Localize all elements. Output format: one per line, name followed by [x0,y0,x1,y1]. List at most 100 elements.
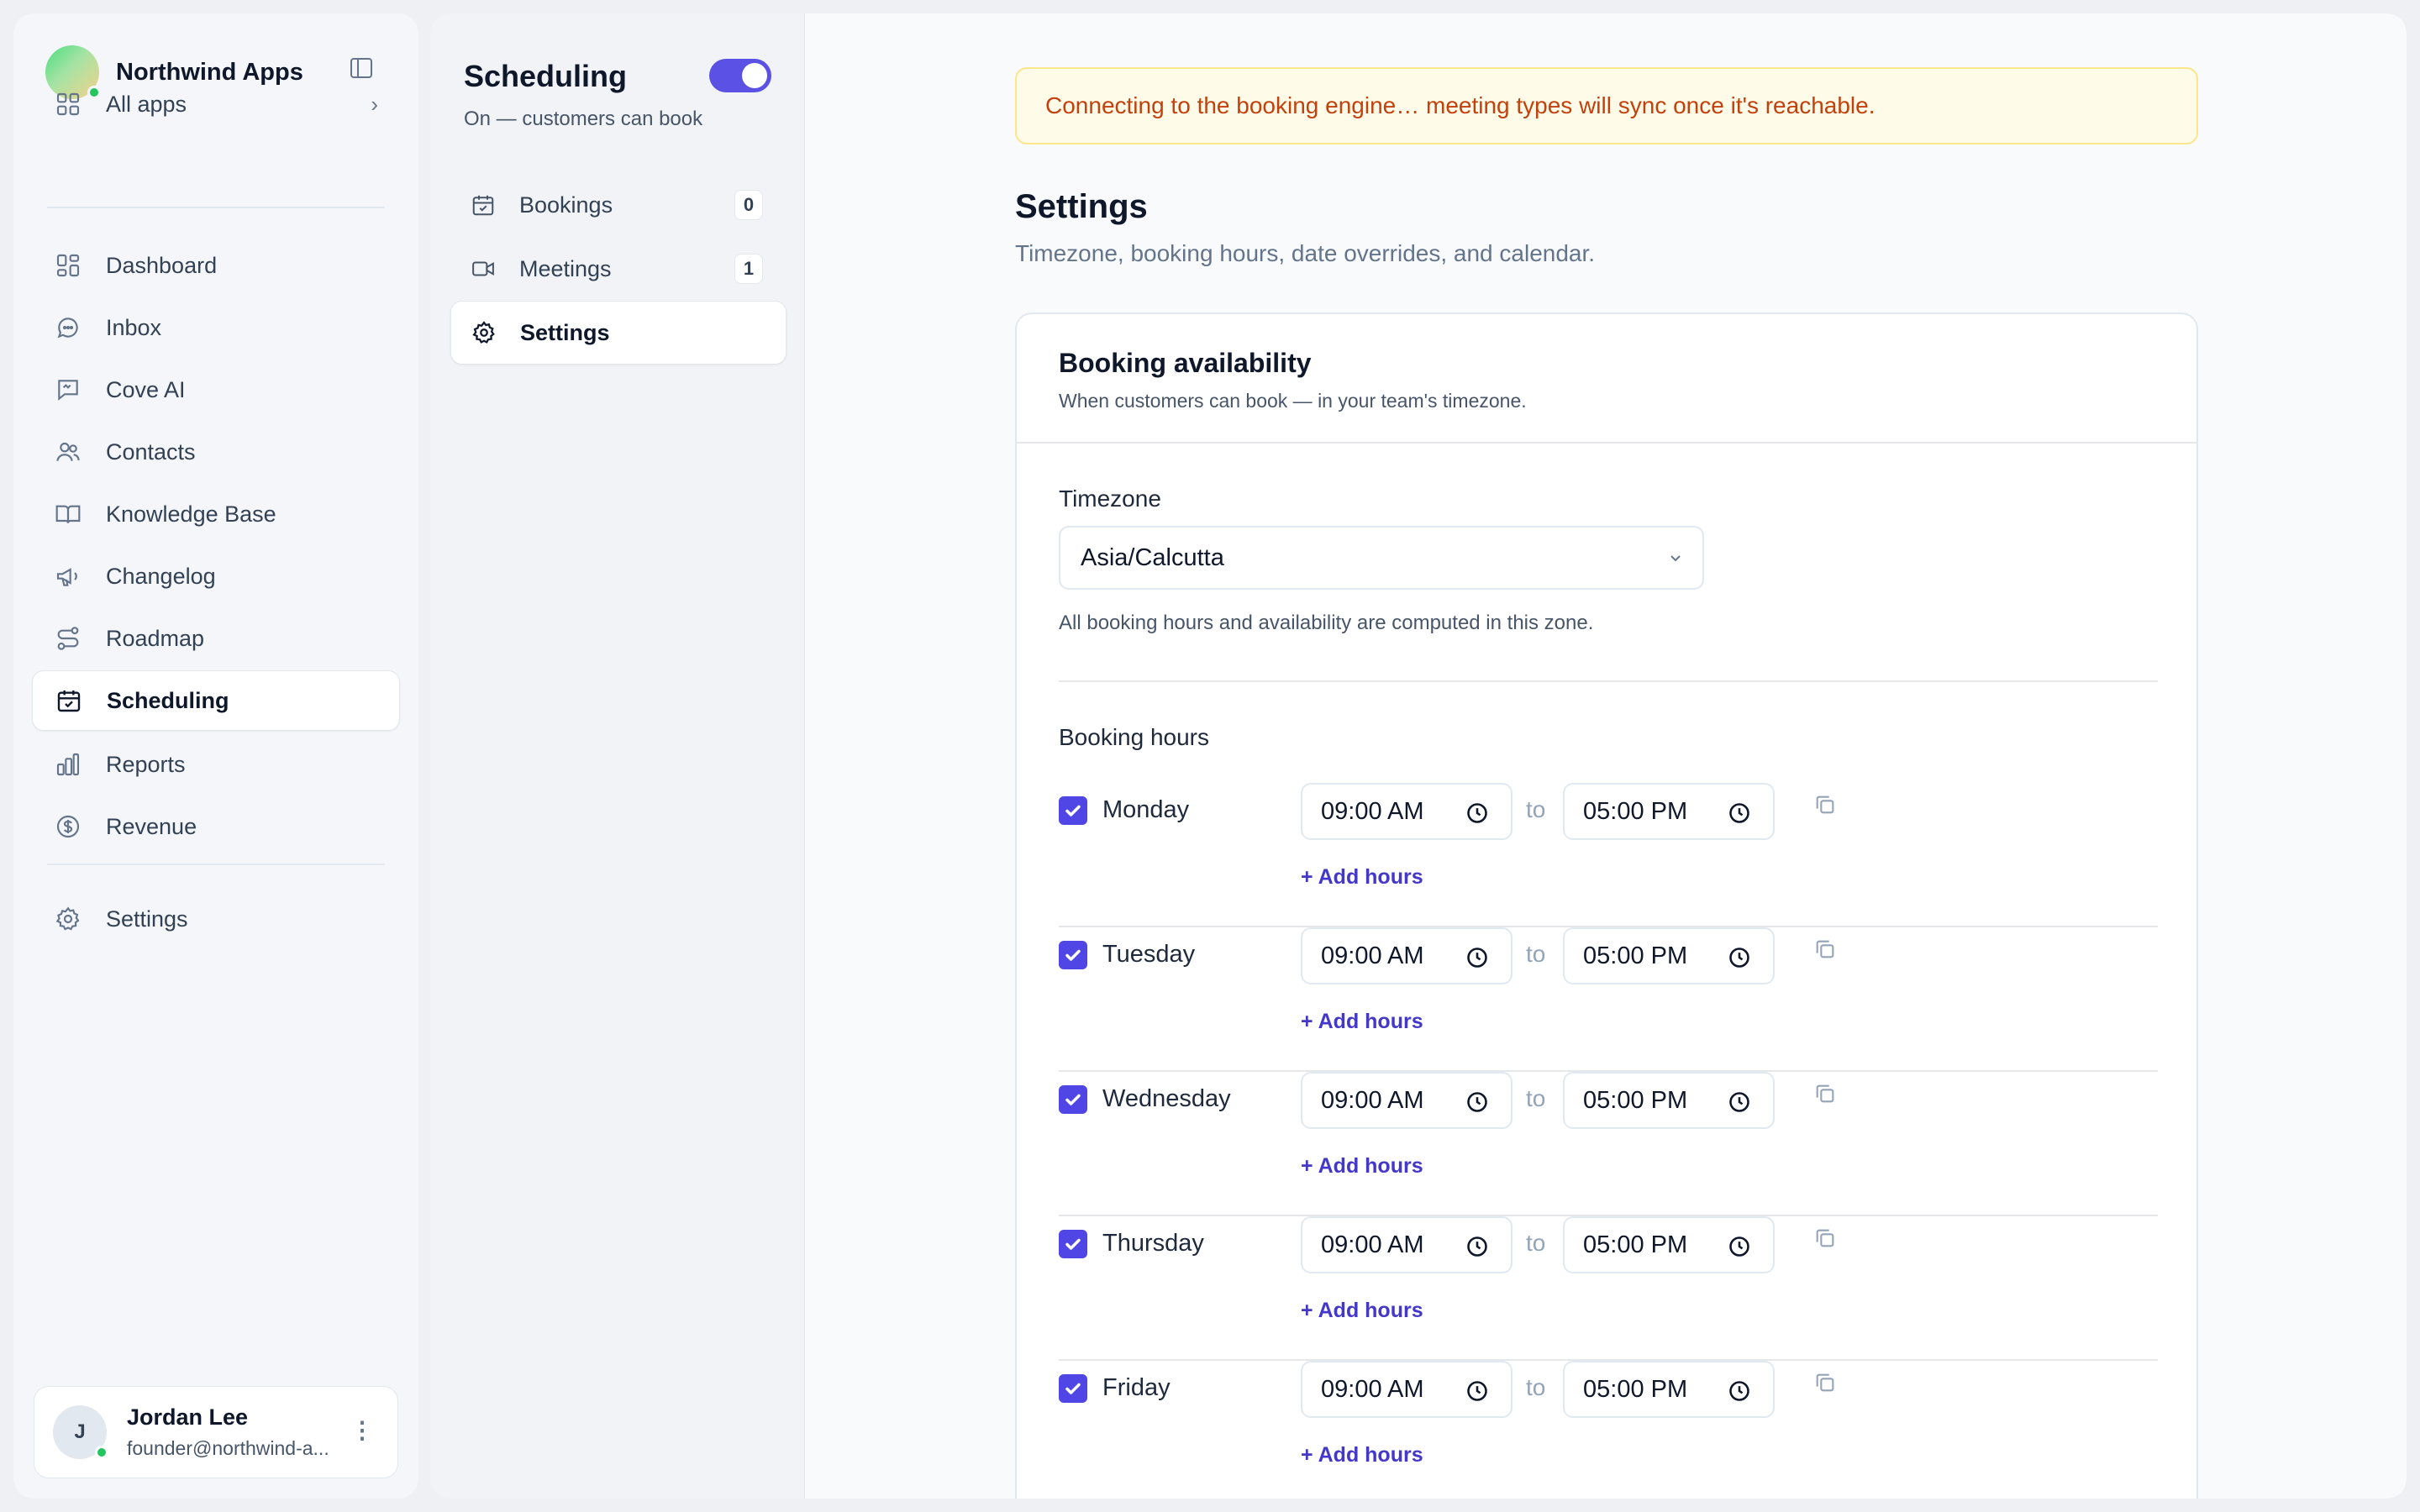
panel-title: Scheduling [464,59,628,93]
more-vertical-icon[interactable]: ⋮ [350,1419,374,1442]
day-name: Thursday [1102,1230,1204,1257]
nav-label: Settings [106,906,188,932]
booking-hours-label: Booking hours [1059,724,1210,750]
divider [47,207,385,208]
timezone-help: All booking hours and availability are c… [1059,612,1594,634]
copy-icon[interactable] [1813,1082,1837,1105]
timezone-select[interactable]: Asia/Calcutta [1059,526,1704,590]
day-name: Friday [1102,1374,1171,1401]
chevron-down-icon [1670,555,1681,562]
start-time-value: 09:00 AM [1321,1231,1424,1258]
clock-icon[interactable] [1465,1235,1489,1258]
gear-icon [54,905,82,933]
clock-icon[interactable] [1728,1235,1751,1258]
nav-label: Knowledge Base [106,501,276,527]
subnav-bookings[interactable]: Bookings 0 [450,173,786,237]
day-row-tuesday: Tuesday 09:00 AM to 05:00 PM + Add hours [1059,927,2158,1072]
bar-chart-icon [54,750,82,779]
to-label: to [1526,796,1546,822]
nav-all-apps[interactable]: All apps › [32,74,400,134]
clock-icon[interactable] [1465,801,1489,825]
video-icon [471,256,496,281]
clock-icon[interactable] [1728,1090,1751,1114]
clock-icon[interactable] [1465,1090,1489,1114]
start-time-input[interactable]: 09:00 AM [1301,1216,1512,1273]
copy-icon[interactable] [1813,1371,1837,1394]
start-time-input[interactable]: 09:00 AM [1301,927,1512,984]
add-hours-link[interactable]: + Add hours [1301,1154,1423,1179]
start-time-value: 09:00 AM [1321,1086,1424,1114]
day-checkbox[interactable] [1059,1085,1087,1114]
book-icon [54,500,82,528]
end-time-input[interactable]: 05:00 PM [1563,783,1775,840]
check-icon [1065,1238,1081,1250]
clock-icon[interactable] [1728,1379,1751,1403]
day-checkbox[interactable] [1059,941,1087,969]
scheduling-panel: Scheduling On — customers can book Booki… [430,13,805,1499]
subnav-label: Meetings [519,255,612,281]
start-time-input[interactable]: 09:00 AM [1301,1072,1512,1129]
booking-availability-card: Booking availability When customers can … [1015,312,2198,1499]
add-hours-link[interactable]: + Add hours [1301,1443,1423,1467]
nav-roadmap[interactable]: Roadmap [32,608,400,669]
count-badge: 0 [734,190,763,220]
clock-icon[interactable] [1728,946,1751,969]
page-subtitle: Timezone, booking hours, date overrides,… [1015,240,1596,266]
card-title: Booking availability [1059,348,1312,378]
add-hours-link[interactable]: + Add hours [1301,865,1423,890]
nav-label: Scheduling [107,687,229,713]
nav-changelog[interactable]: Changelog [32,546,400,606]
count-badge: 1 [734,254,763,284]
end-time-input[interactable]: 05:00 PM [1563,1361,1775,1418]
start-time-value: 09:00 AM [1321,942,1424,969]
nav-contacts[interactable]: Contacts [32,422,400,482]
check-icon [1065,1094,1081,1105]
calendar-check-icon [55,686,83,715]
scheduling-status: On — customers can book [464,108,703,130]
copy-icon[interactable] [1813,1226,1837,1250]
day-name: Monday [1102,796,1190,823]
gear-icon [471,320,497,345]
nav-inbox[interactable]: Inbox [32,297,400,358]
day-name: Tuesday [1102,941,1196,968]
scheduling-toggle[interactable] [709,59,771,92]
add-hours-link[interactable]: + Add hours [1301,1010,1423,1034]
dashboard-icon [54,251,82,280]
day-checkbox[interactable] [1059,796,1087,825]
day-row-wednesday: Wednesday 09:00 AM to 05:00 PM + Add hou… [1059,1072,2158,1216]
nav-label: Inbox [106,314,162,340]
grid-icon [54,90,82,118]
nav-scheduling[interactable]: Scheduling [32,670,400,731]
nav-knowledge-base[interactable]: Knowledge Base [32,484,400,544]
start-time-input[interactable]: 09:00 AM [1301,783,1512,840]
subnav-meetings[interactable]: Meetings 1 [450,237,786,301]
end-time-input[interactable]: 05:00 PM [1563,927,1775,984]
nav-label: All apps [106,91,187,117]
nav-cove-ai[interactable]: Cove AI [32,360,400,420]
nav-reports[interactable]: Reports [32,734,400,795]
user-name: Jordan Lee [127,1404,249,1430]
end-time-input[interactable]: 05:00 PM [1563,1072,1775,1129]
clock-icon[interactable] [1465,1379,1489,1403]
nav-dashboard[interactable]: Dashboard [32,235,400,296]
user-card[interactable]: J Jordan Lee founder@northwind-a... ⋮ [34,1386,398,1478]
end-time-value: 05:00 PM [1583,1231,1688,1258]
day-checkbox[interactable] [1059,1374,1087,1403]
end-time-input[interactable]: 05:00 PM [1563,1216,1775,1273]
copy-icon[interactable] [1813,793,1837,816]
day-checkbox[interactable] [1059,1230,1087,1258]
user-email: founder@northwind-a... [127,1437,329,1459]
chevron-right-icon: › [371,91,378,117]
megaphone-icon [54,562,82,591]
subnav-settings[interactable]: Settings [450,301,786,365]
start-time-input[interactable]: 09:00 AM [1301,1361,1512,1418]
add-hours-link[interactable]: + Add hours [1301,1299,1423,1323]
nav-settings[interactable]: Settings [32,889,400,949]
clock-icon[interactable] [1728,801,1751,825]
nav-revenue[interactable]: Revenue [32,796,400,857]
copy-icon[interactable] [1813,937,1837,961]
ai-chat-icon [54,375,82,404]
day-row-thursday: Thursday 09:00 AM to 05:00 PM + Add hour… [1059,1216,2158,1361]
nav-label: Revenue [106,813,197,839]
clock-icon[interactable] [1465,946,1489,969]
